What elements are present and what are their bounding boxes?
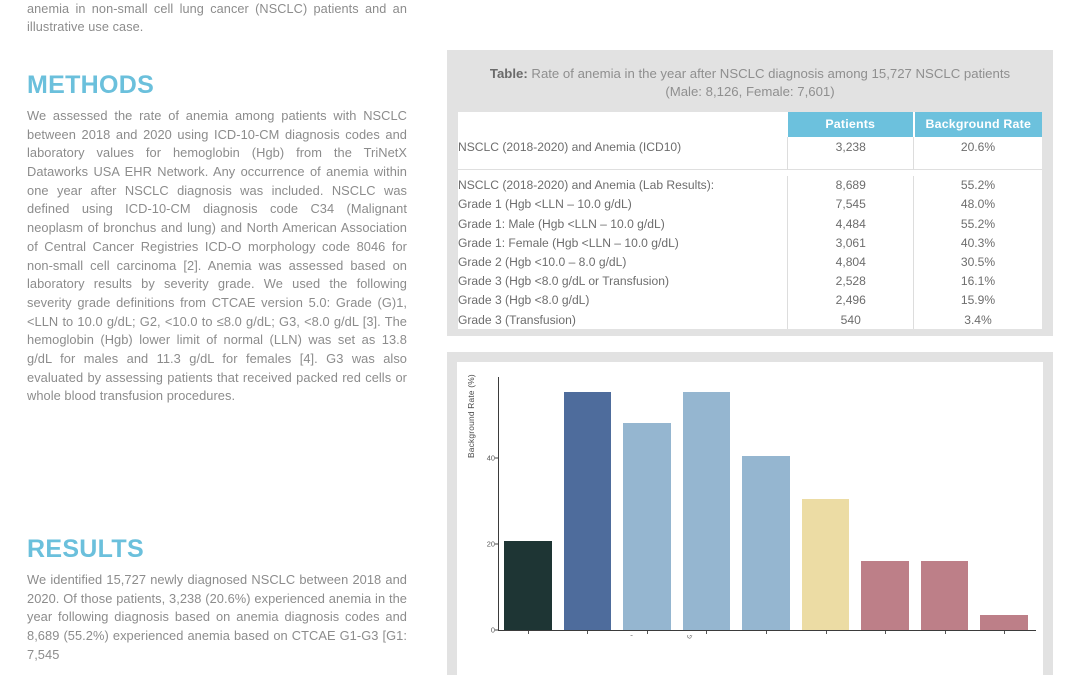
table-cell-patients: 4,804	[787, 252, 915, 272]
table-row: NSCLC (2018-2020) and Anemia (Lab Result…	[458, 175, 1042, 195]
x-tick-label: NSCLC (2018-2020) and Anemia (Lab Result…	[505, 635, 563, 648]
table-cell-background-rate: 20.6%	[913, 137, 1042, 157]
table-caption-text: Rate of anemia in the year after NSCLC d…	[527, 66, 1011, 99]
bar-chart: Background Rate (%) 02040 NSCLC (2018-20…	[457, 362, 1043, 675]
table-cell-background-rate: 55.2%	[913, 175, 1042, 195]
x-axis-labels: NSCLC (2018-2020) and Anemia (ICD10)NSCL…	[498, 635, 1043, 675]
x-tick-label: Grade 2 (Hgb <10.0 - 8.0 g/dL)	[744, 635, 802, 648]
table-cell-label: Grade 1: Male (Hgb <LLN – 10.0 g/dL)	[458, 214, 789, 234]
table-cell-background-rate: 3.4%	[913, 309, 1042, 330]
table-cell-background-rate: 48.0%	[913, 194, 1042, 215]
table-cell-patients: 3,061	[787, 233, 915, 253]
x-tick-mark	[527, 631, 529, 634]
table-panel: Table: Rate of anemia in the year after …	[447, 50, 1053, 336]
results-body: We identified 15,727 newly diagnosed NSC…	[27, 572, 407, 662]
chart-panel: Background Rate (%) 02040 NSCLC (2018-20…	[447, 352, 1053, 675]
x-tick-label: Grade 3 (Hgb <8.0 g/dL)	[863, 635, 915, 643]
x-tick-mark	[587, 631, 589, 634]
chart-bar	[861, 560, 909, 630]
table-body: NSCLC (2018-2020) and Anemia (ICD10) 3,23…	[458, 137, 1042, 330]
x-tick-label: Grade 1: Male (Hgb <LLN - 10.0 g/dL)	[624, 635, 682, 648]
chart-bar	[980, 615, 1029, 630]
x-tick-label: Grade 1 (Hgb <LLN - 10.0 g/dL)	[565, 635, 623, 648]
chart-bar	[742, 456, 790, 630]
results-section: RESULTS We identified 15,727 newly diagn…	[27, 537, 407, 664]
table-row: Grade 1: Female (Hgb <LLN – 10.0 g/dL) 3,…	[458, 233, 1042, 253]
chart-bar	[563, 392, 612, 630]
table-cell-label: Grade 1: Female (Hgb <LLN – 10.0 g/dL)	[458, 233, 789, 253]
table-col-header-blank	[458, 112, 788, 138]
table-cell-patients: 540	[787, 309, 915, 330]
y-tick-label: 0	[490, 625, 495, 635]
table-cell-background-rate: 30.5%	[913, 252, 1042, 272]
table-row: Grade 2 (Hgb <10.0 – 8.0 g/dL) 4,804 30.5%	[458, 252, 1042, 272]
table-cell-label: NSCLC (2018-2020) and Anemia (ICD10)	[458, 137, 789, 157]
anemia-rate-table: Patients Background Rate NSCLC (2018-202…	[458, 112, 1042, 330]
methods-heading: METHODS	[27, 71, 155, 99]
table-cell-background-rate: 15.9%	[913, 290, 1042, 310]
chart-bar	[801, 498, 850, 630]
y-tick-label: 40	[486, 453, 495, 463]
x-tick-label: Grade 3 (Transfusion)	[922, 635, 974, 643]
y-tick-mark	[495, 457, 498, 459]
table-row: Grade 3 (Hgb <8.0 g/dL) 2,496 15.9%	[458, 290, 1042, 310]
table-row: Grade 3 (Hgb <8.0 g/dL or Transfusion) 2,…	[458, 271, 1042, 291]
y-tick-mark	[495, 629, 498, 631]
results-heading: RESULTS	[27, 535, 144, 563]
table-header-row: Patients Background Rate	[458, 112, 1042, 138]
methods-section: METHODS We assessed the rate of anemia a…	[27, 73, 407, 406]
y-axis-ticks: 0 20 40	[469, 362, 495, 675]
table-header: Patients Background Rate	[458, 112, 1042, 138]
table-row: Grade 1 (Hgb <LLN – 10.0 g/dL) 7,545 48.0%	[458, 194, 1042, 215]
table-cell-patients: 7,545	[787, 194, 915, 215]
table-row: NSCLC (2018-2020) and Anemia (ICD10) 3,23…	[458, 137, 1042, 157]
x-tick-label: NSCLC (2018-2020) and Anemia (ICD10)	[498, 635, 504, 648]
table-cell-background-rate: 40.3%	[913, 233, 1042, 253]
y-tick-label: 20	[486, 539, 495, 549]
left-text-column: anemia in non-small cell lung cancer (NS…	[0, 0, 432, 675]
plot-area	[498, 380, 1034, 630]
table-row: Grade 1: Male (Hgb <LLN – 10.0 g/dL) 4,48…	[458, 214, 1042, 234]
x-tick-mark	[766, 631, 767, 634]
table-cell-patients: 8,689	[787, 175, 915, 195]
chart-bar	[920, 561, 969, 630]
x-axis-line	[498, 630, 1036, 632]
x-tick-label: Grade 3 (Hgb <8.0 g/dL or Transfusion)	[803, 635, 861, 648]
x-tick-mark	[1004, 631, 1006, 634]
x-tick-mark	[885, 631, 887, 634]
y-tick-mark	[495, 543, 498, 545]
x-tick-mark	[944, 631, 946, 634]
table-cell-label: NSCLC (2018-2020) and Anemia (Lab Result…	[458, 175, 789, 195]
chart-bar	[503, 541, 552, 630]
chart-bar	[682, 392, 731, 630]
x-tick-mark	[825, 631, 827, 634]
table-cell-label: Grade 1 (Hgb <LLN – 10.0 g/dL)	[458, 194, 789, 215]
table-cell-background-rate: 16.1%	[913, 271, 1042, 291]
table-row: Grade 3 (Transfusion) 540 3.4%	[458, 309, 1042, 330]
table-cell-background-rate: 55.2%	[913, 214, 1042, 234]
x-tick-label: Grade 1: Female (Hgb <LLN - 10.0 g/dL)	[684, 635, 742, 648]
x-tick-mark	[646, 631, 648, 634]
intro-tail-text: anemia in non-small cell lung cancer (NS…	[27, 2, 407, 35]
table-cell-patients: 4,484	[787, 214, 915, 234]
table-caption: Table: Rate of anemia in the year after …	[472, 65, 1028, 100]
table-caption-prefix: Table:	[489, 66, 528, 81]
x-tick-mark	[706, 631, 708, 634]
table-cell-label: Grade 3 (Hgb <8.0 g/dL or Transfusion)	[458, 271, 789, 291]
table-col-header-background-rate: Background Rate	[913, 112, 1042, 138]
table-cell-label: Grade 2 (Hgb <10.0 – 8.0 g/dL)	[458, 252, 789, 272]
table-cell-patients: 2,528	[787, 271, 915, 291]
table-spacer-row	[458, 156, 1042, 170]
methods-body: We assessed the rate of anemia among pat…	[27, 108, 407, 404]
table-cell-label: Grade 3 (Hgb <8.0 g/dL)	[458, 290, 789, 310]
table-cell-patients: 2,496	[787, 290, 915, 310]
table-col-header-patients: Patients	[787, 112, 915, 138]
chart-bar	[623, 423, 671, 630]
table-cell-label: Grade 3 (Transfusion)	[458, 309, 789, 330]
table-cell-patients: 3,238	[787, 137, 915, 157]
